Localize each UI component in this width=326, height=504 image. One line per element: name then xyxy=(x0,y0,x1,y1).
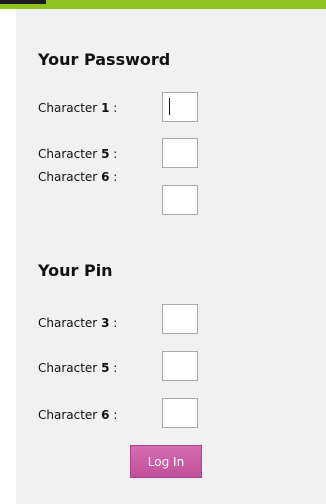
label-prefix: Character xyxy=(38,170,102,184)
label-prefix: Character xyxy=(38,408,102,422)
label-suffix: : xyxy=(109,170,118,184)
label-prefix: Character xyxy=(38,316,102,330)
password-char-1-field-wrap xyxy=(162,92,198,122)
pin-section-title: Your Pin xyxy=(38,261,113,280)
label-suffix: : xyxy=(109,361,118,375)
top-bar-stub xyxy=(0,0,46,4)
pin-char-5-label: Character 5 : xyxy=(38,360,117,376)
label-suffix: : xyxy=(109,147,118,161)
label-suffix: : xyxy=(109,316,118,330)
top-accent-bar xyxy=(0,0,326,9)
pin-char-6-label: Character 6 : xyxy=(38,407,117,423)
pin-char-5-input[interactable] xyxy=(162,351,198,381)
label-prefix: Character xyxy=(38,361,102,375)
pin-char-3-label: Character 3 : xyxy=(38,315,117,331)
password-char-5-label: Character 5 : xyxy=(38,146,117,162)
label-prefix: Character xyxy=(38,147,102,161)
pin-char-3-input[interactable] xyxy=(162,304,198,334)
label-suffix: : xyxy=(109,408,118,422)
password-char-5-input[interactable] xyxy=(162,138,198,168)
login-panel: Your Password Character 1 : Character 5 … xyxy=(16,9,326,504)
pin-char-6-input[interactable] xyxy=(162,398,198,428)
log-in-button[interactable]: Log In xyxy=(130,445,202,478)
password-char-1-input[interactable] xyxy=(162,92,198,122)
label-prefix: Character xyxy=(38,101,102,115)
password-char-1-label: Character 1 : xyxy=(38,100,117,116)
password-char-6-input[interactable] xyxy=(162,185,198,215)
text-caret xyxy=(169,98,170,115)
password-section-title: Your Password xyxy=(38,50,171,69)
password-char-6-label: Character 6 : xyxy=(38,169,117,185)
label-suffix: : xyxy=(109,101,118,115)
